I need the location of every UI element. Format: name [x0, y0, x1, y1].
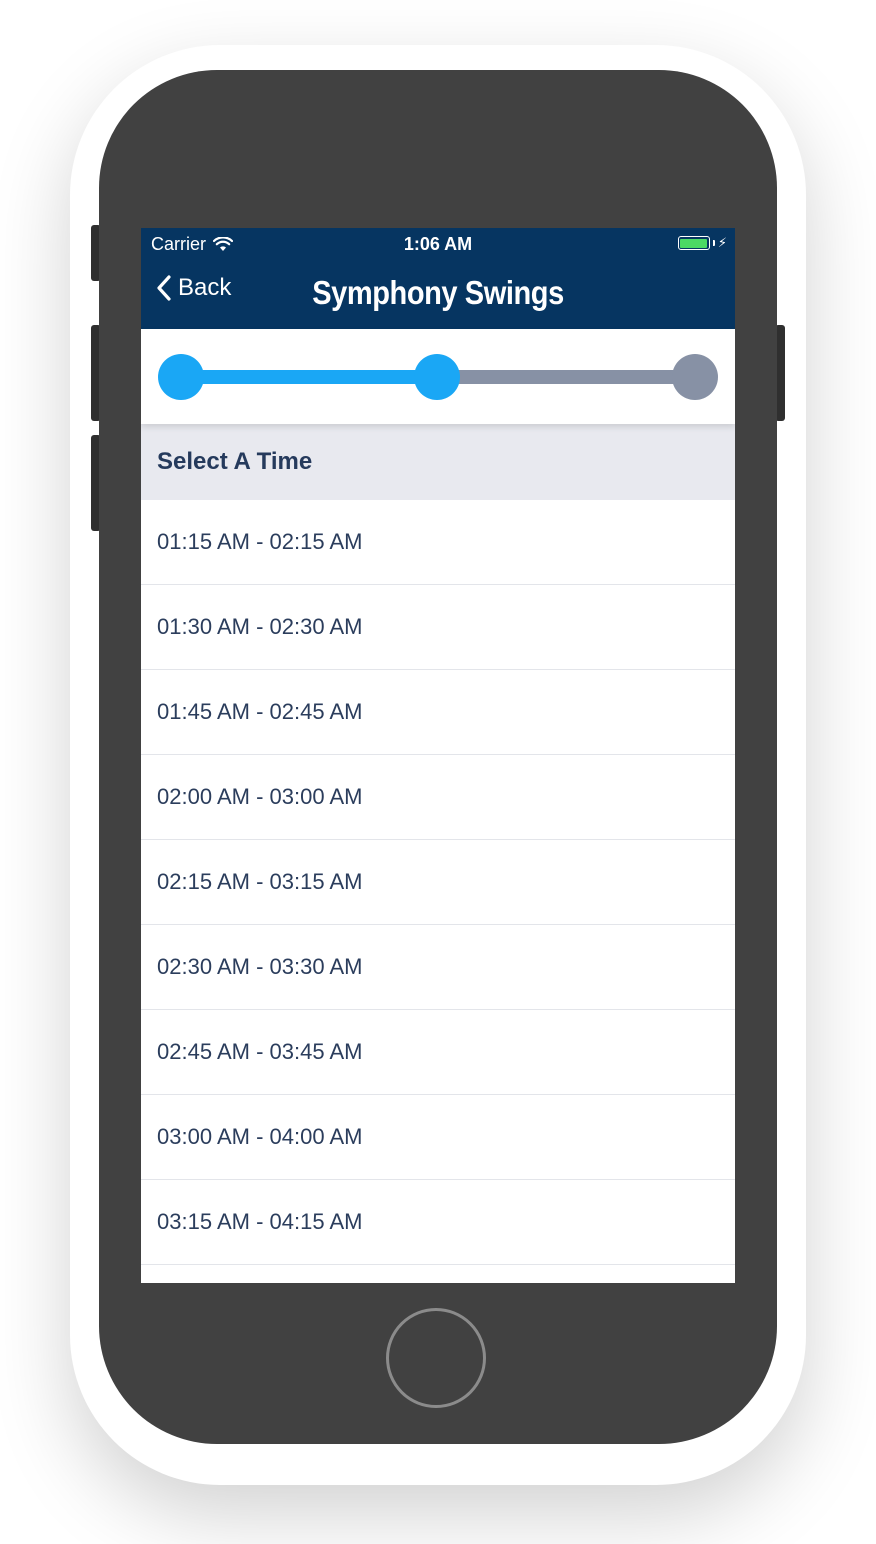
step-1-indicator[interactable] [158, 354, 204, 400]
time-slot-label: 01:30 AM - 02:30 AM [157, 614, 363, 639]
stepper-track-completed [181, 370, 437, 384]
home-button[interactable] [386, 1308, 486, 1408]
navigation-bar: Carrier 1:06 AM ⚡︎ Back Symphony Swings [141, 228, 735, 329]
time-slot-label: 02:45 AM - 03:45 AM [157, 1039, 363, 1064]
time-slot-row[interactable]: 02:15 AM - 03:15 AM [141, 840, 735, 925]
time-slot-row[interactable]: 02:45 AM - 03:45 AM [141, 1010, 735, 1095]
time-slot-label: 01:45 AM - 02:45 AM [157, 699, 363, 724]
bolt-icon: ⚡︎ [717, 235, 727, 250]
section-title: Select A Time [157, 448, 313, 475]
time-slot-row[interactable]: 02:30 AM - 03:30 AM [141, 925, 735, 1010]
time-slot-row[interactable]: 01:45 AM - 02:45 AM [141, 670, 735, 755]
time-slot-label: 03:00 AM - 04:00 AM [157, 1124, 363, 1149]
battery-level [680, 238, 708, 248]
step-3-indicator[interactable] [672, 354, 718, 400]
booking-stepper [141, 329, 735, 424]
step-2-indicator[interactable] [414, 354, 460, 400]
battery-indicator: ⚡︎ [677, 235, 727, 250]
battery-tip [712, 240, 715, 246]
time-slot-row[interactable]: 03:00 AM - 04:00 AM [141, 1095, 735, 1180]
time-slot-label: 03:15 AM - 04:15 AM [157, 1209, 363, 1234]
time-slot-row[interactable]: 01:30 AM - 02:30 AM [141, 585, 735, 670]
stepper-track-remaining [437, 370, 693, 384]
time-slot-label: 02:15 AM - 03:15 AM [157, 869, 363, 894]
time-slot-list: 01:15 AM - 02:15 AM 01:30 AM - 02:30 AM … [141, 500, 735, 1283]
time-slot-label: 02:30 AM - 03:30 AM [157, 954, 363, 979]
time-slot-row[interactable]: 03:15 AM - 04:15 AM [141, 1180, 735, 1265]
app-screen: Carrier 1:06 AM ⚡︎ Back Symphony Swings … [141, 228, 735, 1283]
page-title: Symphony Swings [312, 274, 564, 311]
time-slot-label: 02:00 AM - 03:00 AM [157, 784, 363, 809]
time-slot-label: 01:15 AM - 02:15 AM [157, 529, 363, 554]
section-header: Select A Time [141, 424, 735, 500]
time-slot-row-partial[interactable] [141, 1265, 735, 1283]
battery-icon [677, 236, 710, 250]
time-slot-row[interactable]: 01:15 AM - 02:15 AM [141, 500, 735, 585]
status-time: 1:06 AM [403, 234, 473, 254]
time-slot-row[interactable]: 02:00 AM - 03:00 AM [141, 755, 735, 840]
device-frame: Carrier 1:06 AM ⚡︎ Back Symphony Swings … [0, 0, 876, 1544]
chevron-left-icon [157, 275, 171, 301]
